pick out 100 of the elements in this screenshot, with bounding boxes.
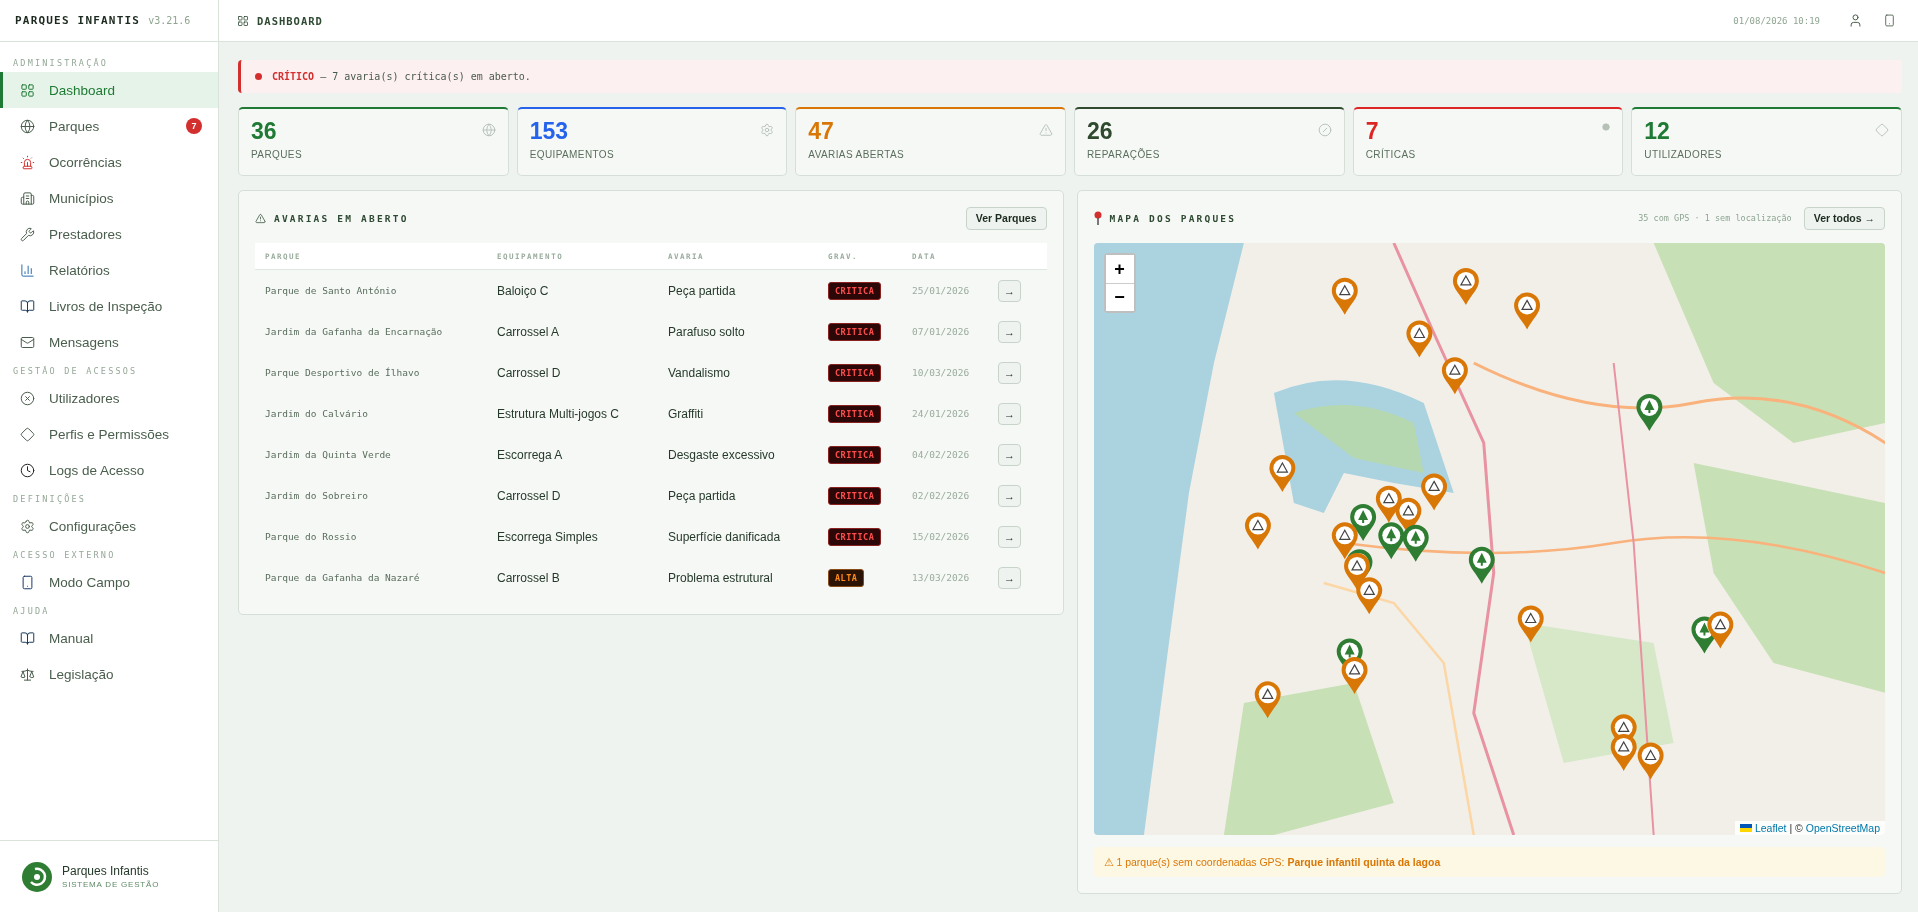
app-version: v3.21.6 — [148, 15, 191, 26]
scale-icon — [20, 666, 35, 682]
fault-date: 25/01/2026 — [912, 285, 971, 296]
fault-description: Graffiti — [668, 406, 705, 421]
fault-date: 24/01/2026 — [912, 408, 971, 419]
open-button[interactable]: → — [998, 402, 1021, 425]
alert-text: CRÍTICO — 7 avaria(s) crítica(s) em aberto. — [272, 71, 531, 82]
pushpin-icon — [1093, 211, 1102, 225]
open-button[interactable]: → — [998, 443, 1021, 466]
stat-label: PARQUES — [251, 149, 302, 160]
count-badge: 7 — [186, 118, 202, 134]
sidebar-item[interactable]: Ocorrências — [0, 144, 218, 180]
open-button[interactable]: → — [998, 566, 1021, 589]
severity-tag: CRITICA — [828, 322, 882, 341]
sidebar-item[interactable]: Legislação — [0, 656, 218, 692]
page-title: DASHBOARD — [257, 14, 324, 27]
stat-value: 153 — [529, 118, 569, 145]
open-button[interactable]: → — [998, 320, 1021, 343]
warning-icon — [255, 212, 266, 224]
sidebar-item[interactable]: Logs de Acesso — [0, 452, 218, 488]
open-button[interactable]: → — [998, 484, 1021, 507]
stat-label: CRÍTICAS — [1365, 149, 1416, 160]
sidebar-item[interactable]: Modo Campo — [0, 564, 218, 600]
view-all-button[interactable]: Ver todos → — [1803, 206, 1885, 230]
sidebar-item[interactable]: Relatórios — [0, 252, 218, 288]
zoom-out-button[interactable]: − — [1105, 283, 1134, 311]
user-icon[interactable] — [1847, 13, 1863, 28]
sidebar-item[interactable]: Configurações — [0, 508, 218, 544]
book-icon — [20, 298, 35, 314]
sidebar-item[interactable]: Mensagens — [0, 324, 218, 360]
sidebar-item[interactable]: Prestadores — [0, 216, 218, 252]
fault-description: Peça partida — [668, 283, 737, 298]
dot-icon — [1602, 123, 1611, 131]
severity-tag: CRITICA — [828, 363, 882, 382]
fault-description: Parafuso solto — [668, 324, 746, 339]
severity-tag: ALTA — [828, 568, 865, 587]
openstreetmap-link[interactable]: OpenStreetMap — [1805, 822, 1880, 834]
panel-title: AVARIAS EM ABERTO — [274, 212, 410, 224]
equipment-name: Escorrega A — [497, 447, 564, 462]
leaflet-link[interactable]: Leaflet — [1754, 822, 1787, 834]
phone-icon[interactable] — [1882, 14, 1896, 27]
gps-warning: ⚠ 1 parque(s) sem coordenadas GPS: Parque infantil quinta da lagoa — [1103, 856, 1441, 868]
fault-description: Peça partida — [668, 488, 737, 503]
park-name: Parque de Santo António — [265, 285, 398, 296]
fault-description: Desgaste excessivo — [668, 447, 776, 462]
phone-icon — [20, 574, 35, 590]
equipment-name: Carrossel D — [497, 488, 562, 503]
fault-date: 02/02/2026 — [912, 490, 971, 501]
fault-date: 04/02/2026 — [912, 449, 971, 460]
logo-tagline: SISTEMA DE GESTÃO — [62, 880, 160, 889]
section-label: AJUDA — [12, 605, 51, 618]
park-name: Parque da Gafanha da Nazaré — [265, 572, 421, 583]
sidebar-item[interactable]: Utilizadores — [0, 380, 218, 416]
book-icon — [20, 630, 35, 646]
attribution-separator: | © — [1789, 822, 1803, 834]
sidebar-item[interactable]: Livros de Inspeção — [0, 288, 218, 324]
section-label: GESTÃO DE ACESSOS — [12, 365, 139, 378]
equipment-name: Baloiço C — [497, 283, 550, 298]
sidebar-item[interactable]: Parques 7 — [0, 108, 218, 144]
severity-tag: CRITICA — [828, 281, 882, 300]
app-title: PARQUES INFANTIS — [15, 14, 141, 27]
open-button[interactable]: → — [998, 279, 1021, 302]
equipment-name: Carrossel A — [497, 324, 561, 339]
severity-tag: CRITICA — [828, 486, 882, 505]
equipment-name: Estrutura Multi-jogos C — [497, 406, 621, 421]
stat-value: 26 — [1087, 118, 1113, 145]
stat-value: 47 — [808, 118, 834, 145]
section-label: ADMINISTRAÇÃO — [12, 57, 110, 70]
park-name: Jardim do Sobreiro — [265, 490, 369, 501]
sidebar-item[interactable]: Manual — [0, 620, 218, 656]
mail-icon — [20, 334, 35, 350]
stat-value: 12 — [1644, 118, 1670, 145]
grid-icon — [237, 14, 249, 27]
chart-icon — [20, 262, 35, 278]
park-name: Parque do Rossio — [265, 531, 358, 542]
warning-icon — [1039, 123, 1053, 137]
fault-date: 07/01/2026 — [912, 326, 971, 337]
tools-icon — [20, 226, 35, 242]
building-icon — [20, 190, 35, 206]
globe-icon — [481, 123, 496, 137]
sidebar-item[interactable]: Municípios — [0, 180, 218, 216]
diamond-icon — [20, 426, 35, 442]
map-summary: 35 com GPS · 1 sem localização — [1638, 213, 1792, 223]
logo-icon — [22, 861, 52, 892]
logo-name: Parques Infantis — [62, 864, 150, 878]
fault-description: Vandalismo — [668, 365, 731, 380]
open-button[interactable]: → — [998, 361, 1021, 384]
equipment-name: Escorrega Simples — [497, 529, 599, 544]
sidebar-item[interactable]: Dashboard — [0, 72, 218, 108]
park-name: Parque Desportivo de Ílhavo — [265, 367, 421, 378]
clock-icon — [20, 462, 35, 478]
severity-tag: CRITICA — [828, 445, 882, 464]
panel-title: MAPA DOS PARQUES — [1109, 212, 1238, 224]
gear-icon — [760, 123, 775, 137]
equipment-name: Carrossel D — [497, 365, 562, 380]
x-circle-icon — [20, 390, 35, 406]
view-parks-button[interactable]: Ver Parques — [965, 206, 1047, 230]
fault-date: 15/02/2026 — [912, 531, 971, 542]
open-button[interactable]: → — [998, 525, 1021, 548]
sidebar-item[interactable]: Perfis e Permissões — [0, 416, 218, 452]
